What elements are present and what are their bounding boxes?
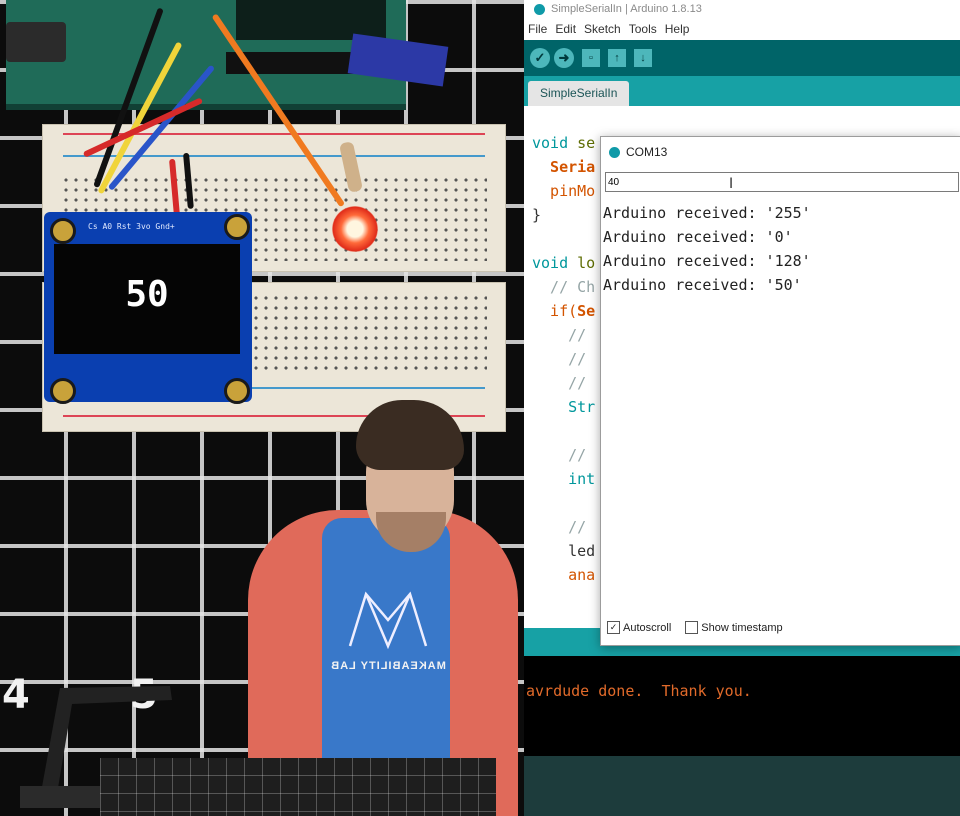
code-line: Str (532, 398, 596, 416)
verify-icon[interactable]: ✓ (530, 48, 550, 68)
power-jack (6, 22, 66, 62)
oled-pin-labels: Cs A0 Rst 3vo Gnd+ (88, 222, 175, 231)
menu-tools[interactable]: Tools (629, 22, 657, 36)
hair (356, 400, 464, 470)
serial-output: Arduino received: '255' Arduino received… (603, 201, 953, 611)
code-text: Se (577, 302, 596, 320)
console-panel: avrdude done. Thank you. (524, 656, 960, 756)
serial-monitor-title-bar: COM13 (601, 137, 960, 167)
cutting-mat (100, 758, 496, 816)
serial-monitor-footer: ✓ Autoscroll Show timestamp (607, 621, 783, 634)
upload-icon[interactable]: ➜ (554, 48, 574, 68)
camera-feed: Cs A0 Rst 3vo Gnd+ 50 4 5 MAKEABILITY LA… (0, 0, 524, 816)
ide-toolbar: ✓ ➜ ▫ ↑ ↓ (524, 40, 960, 76)
mount-screw (224, 378, 250, 404)
oled-display: Cs A0 Rst 3vo Gnd+ 50 (44, 212, 252, 402)
mount-screw (50, 218, 76, 244)
tab-strip: SimpleSerialIn (524, 76, 960, 106)
code-comment: // Ch (532, 278, 596, 296)
code-line: pinMo (532, 182, 596, 200)
show-timestamp-checkbox[interactable]: Show timestamp (685, 621, 783, 634)
save-icon[interactable]: ↓ (634, 49, 652, 67)
mount-screw (224, 214, 250, 240)
code-comment: // (532, 326, 587, 344)
autoscroll-checkbox[interactable]: ✓ Autoscroll (607, 621, 671, 634)
checkbox-unchecked-icon (685, 621, 699, 634)
serial-input-field[interactable]: 40 (605, 172, 959, 192)
arduino-app-icon (534, 3, 545, 15)
code-text: se (568, 134, 596, 152)
arduino-app-icon (609, 146, 620, 158)
code-comment: // (532, 350, 587, 368)
code-comment: // (532, 374, 587, 392)
mount-screw (50, 378, 76, 404)
tab-simpleserialin[interactable]: SimpleSerialIn (528, 81, 630, 106)
shirt-text: MAKEABILITY LAB (330, 660, 446, 672)
open-icon[interactable]: ↑ (608, 49, 626, 67)
serial-monitor-window: COM13 40 I Arduino received: '255' Ardui… (600, 136, 960, 646)
makeability-logo (348, 591, 428, 650)
oled-readout: 50 (125, 274, 169, 315)
menu-sketch[interactable]: Sketch (584, 22, 621, 36)
text-cursor-icon: I (729, 176, 734, 192)
code-line: ana (532, 566, 596, 584)
menu-bar: File Edit Sketch Tools Help (524, 18, 960, 40)
code-line: int (532, 470, 596, 488)
code-line: Seria (532, 158, 596, 176)
ide-bottom-bar (524, 756, 960, 816)
serial-output-line: Arduino received: '255' (603, 204, 811, 222)
serial-output-line: Arduino received: '128' (603, 252, 811, 270)
code-comment: // (532, 446, 587, 464)
console-output: avrdude done. Thank you. (526, 682, 752, 700)
code-keyword: if( (532, 302, 578, 320)
code-line: } (532, 206, 542, 224)
menu-file[interactable]: File (528, 22, 547, 36)
show-timestamp-label: Show timestamp (701, 621, 783, 634)
code-text: lo (568, 254, 596, 272)
led-glowing (332, 206, 378, 252)
code-comment: // (532, 518, 587, 536)
serial-output-line: Arduino received: '0' (603, 228, 793, 246)
menu-help[interactable]: Help (665, 22, 690, 36)
code-keyword: void (532, 134, 569, 152)
ground-rail (63, 155, 485, 157)
oled-screen: 50 (54, 244, 240, 354)
arduino-board (6, 0, 406, 110)
new-icon[interactable]: ▫ (582, 49, 600, 67)
serial-monitor-title: COM13 (626, 145, 668, 159)
checkbox-checked-icon: ✓ (607, 621, 620, 634)
presenter: MAKEABILITY LAB (248, 400, 524, 816)
ide-title-bar: SimpleSerialIn | Arduino 1.8.13 (524, 0, 960, 18)
code-keyword: void (532, 254, 569, 272)
code-line: led (532, 542, 596, 560)
serial-output-line: Arduino received: '50' (603, 276, 802, 294)
autoscroll-label: Autoscroll (623, 621, 672, 634)
menu-edit[interactable]: Edit (555, 22, 576, 36)
window-title: SimpleSerialIn | Arduino 1.8.13 (551, 3, 702, 15)
